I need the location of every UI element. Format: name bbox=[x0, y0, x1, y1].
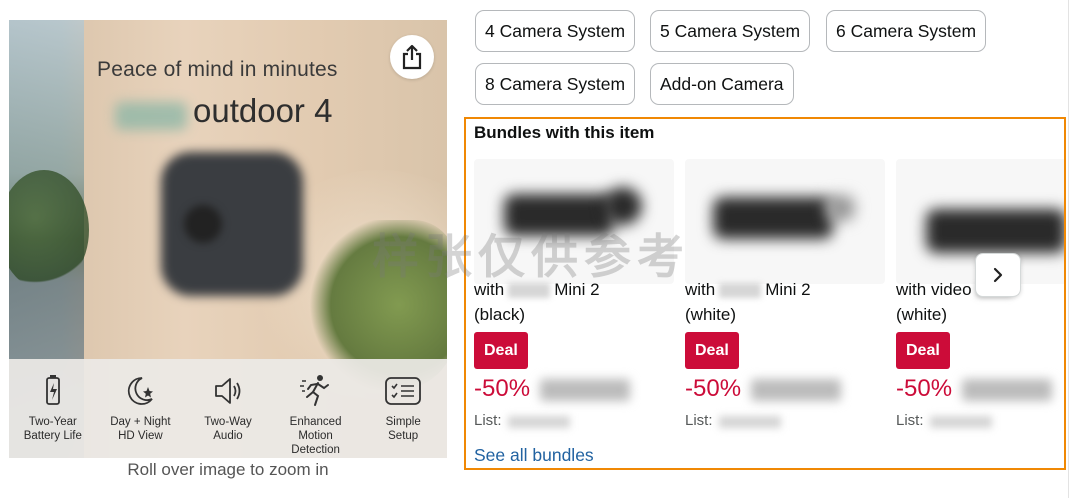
running-person-icon bbox=[299, 375, 329, 406]
discount-percent: -50% bbox=[685, 375, 742, 402]
config-8-camera-button[interactable]: 8 Camera System bbox=[475, 63, 636, 105]
bundle-name-prefix: with bbox=[474, 280, 505, 299]
zoom-caption: Roll over image to zoom in bbox=[127, 460, 329, 479]
config-5-camera-button[interactable]: 5 Camera System bbox=[650, 10, 811, 52]
see-all-bundles-link[interactable]: See all bundles bbox=[474, 445, 594, 466]
speaker-icon bbox=[215, 378, 241, 404]
carousel-next-button[interactable] bbox=[975, 253, 1021, 297]
checklist-icon bbox=[385, 377, 422, 405]
list-price-label: List: bbox=[685, 412, 713, 429]
bundle-name-prefix: with bbox=[685, 280, 716, 299]
discount-percent: -50% bbox=[896, 375, 953, 402]
feature-two-way-audio: Two-Way Audio bbox=[186, 373, 270, 443]
config-6-camera-button[interactable]: 6 Camera System bbox=[826, 10, 987, 52]
battery-icon bbox=[45, 375, 60, 405]
blurred-brand bbox=[508, 283, 551, 299]
blurred-price bbox=[540, 379, 630, 401]
camera-device-image bbox=[161, 152, 303, 296]
page-divider bbox=[1068, 0, 1080, 498]
config-4-camera-button[interactable]: 4 Camera System bbox=[475, 10, 636, 52]
blurred-price bbox=[962, 379, 1052, 401]
bundle-image[interactable] bbox=[685, 159, 885, 284]
feature-label: Two-Way Audio bbox=[204, 416, 252, 442]
share-icon bbox=[402, 44, 422, 70]
blurred-list-price bbox=[508, 416, 570, 428]
moon-star-icon bbox=[128, 377, 154, 405]
feature-motion-detection: Enhanced Motion Detection bbox=[274, 373, 358, 457]
deal-badge: Deal bbox=[685, 332, 739, 369]
bundle-name-suffix: Mini 2 bbox=[554, 280, 600, 299]
bundle-name-prefix: with video bbox=[896, 280, 972, 299]
config-add-on-camera-button[interactable]: Add-on Camera bbox=[650, 63, 794, 105]
blurred-list-price bbox=[930, 416, 992, 428]
blurred-list-price bbox=[719, 416, 781, 428]
promo-product-name: outdoor 4 bbox=[193, 92, 333, 129]
bundles-title: Bundles with this item bbox=[474, 123, 655, 142]
list-price-label: List: bbox=[896, 412, 924, 429]
product-main-image[interactable]: Peace of mind in minutes outdoor 4 Two-Y… bbox=[9, 20, 447, 458]
camera-lens bbox=[184, 205, 222, 243]
blurred-brand bbox=[719, 283, 762, 299]
promo-headline: Peace of mind in minutes bbox=[97, 58, 338, 81]
feature-day-night: Day + Night HD View bbox=[98, 373, 182, 443]
feature-simple-setup: Simple Setup bbox=[361, 373, 445, 443]
feature-battery: Two-Year Battery Life bbox=[11, 373, 95, 443]
bundle-variant: (black) bbox=[474, 305, 526, 324]
feature-bar: Two-Year Battery Life Day + Night HD Vie… bbox=[9, 359, 447, 458]
deal-badge: Deal bbox=[896, 332, 950, 369]
bundle-variant: (white) bbox=[896, 305, 948, 324]
bundle-name-suffix: Mini 2 bbox=[765, 280, 811, 299]
bundle-variant: (white) bbox=[685, 305, 737, 324]
bundle-image[interactable] bbox=[474, 159, 674, 284]
bundle-title[interactable]: with Mini 2 (white) bbox=[685, 277, 885, 327]
deal-badge: Deal bbox=[474, 332, 528, 369]
chevron-right-icon bbox=[993, 267, 1003, 283]
discount-percent: -50% bbox=[474, 375, 531, 402]
feature-label: Two-Year Battery Life bbox=[23, 416, 82, 442]
list-price-label: List: bbox=[474, 412, 502, 429]
blurred-price bbox=[751, 379, 841, 401]
feature-label: Simple Setup bbox=[385, 416, 421, 442]
blurred-brand-logo bbox=[115, 102, 187, 130]
bundle-title[interactable]: with Mini 2 (black) bbox=[474, 277, 674, 327]
feature-label: Enhanced Motion Detection bbox=[289, 416, 342, 456]
share-button[interactable] bbox=[390, 35, 434, 79]
feature-label: Day + Night HD View bbox=[110, 416, 171, 442]
